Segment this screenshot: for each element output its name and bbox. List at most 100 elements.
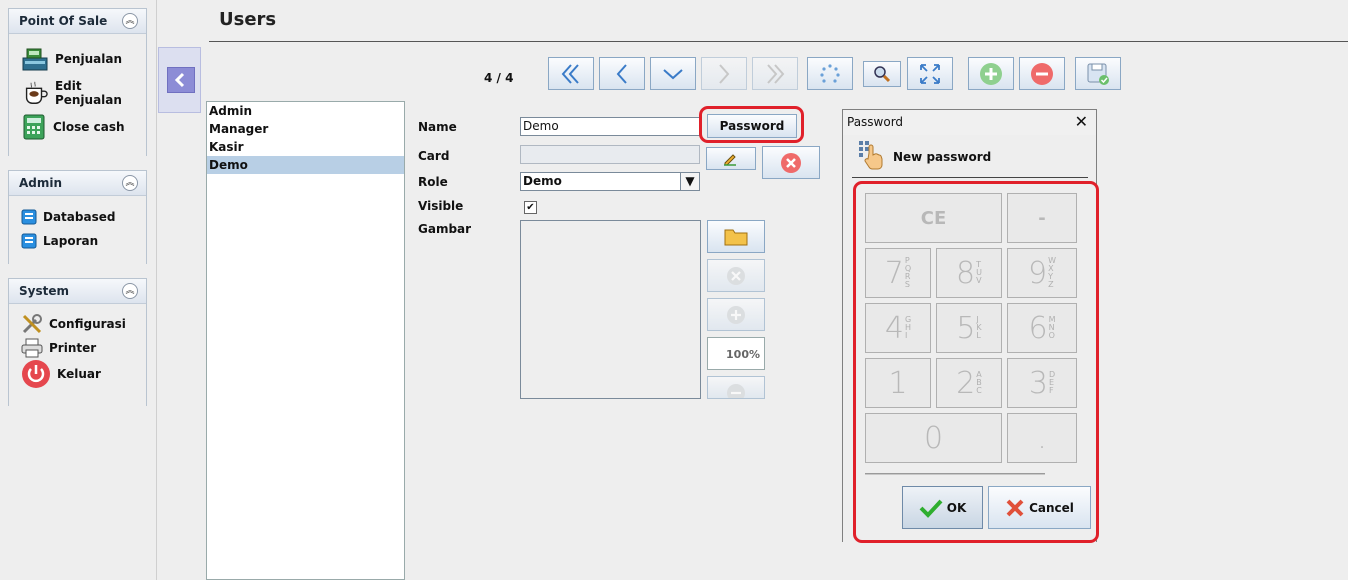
folder-icon bbox=[724, 229, 748, 245]
fullscreen-button[interactable] bbox=[907, 57, 953, 90]
visible-checkbox[interactable]: ✔ bbox=[524, 201, 537, 214]
role-label: Role bbox=[418, 175, 448, 189]
sidebar-item-edit-penjualan[interactable]: Edit Penjualan bbox=[21, 79, 146, 107]
sidebar-item-databased[interactable]: Databased bbox=[21, 205, 115, 229]
panel-admin: Admin ︽ Databased Laporan bbox=[8, 170, 147, 264]
password-button[interactable]: Password bbox=[707, 114, 797, 138]
collapse-icon[interactable]: ︽ bbox=[122, 283, 138, 299]
clear-card-button[interactable] bbox=[762, 146, 820, 179]
dialog-header: New password bbox=[893, 150, 992, 164]
checkmark-icon bbox=[919, 499, 943, 518]
list-item[interactable]: Manager bbox=[207, 120, 404, 138]
search-button[interactable] bbox=[863, 61, 901, 87]
reload-icon bbox=[820, 63, 840, 83]
key-6[interactable]: 6 MNO bbox=[1007, 303, 1077, 353]
save-button[interactable] bbox=[1075, 57, 1121, 90]
previous-record-button[interactable] bbox=[599, 57, 645, 90]
edit-card-button[interactable] bbox=[706, 147, 756, 170]
forward-record-button[interactable] bbox=[701, 57, 747, 90]
double-chevron-left-icon bbox=[561, 63, 579, 84]
dialog-divider bbox=[852, 177, 1088, 178]
coffee-icon bbox=[25, 81, 48, 104]
list-item[interactable]: Kasir bbox=[207, 138, 404, 156]
key-2[interactable]: 2 ABC bbox=[936, 358, 1002, 408]
close-circle-icon bbox=[727, 266, 745, 285]
key-7[interactable]: 7 PQRS bbox=[865, 248, 931, 298]
key-minus[interactable]: - bbox=[1007, 193, 1077, 243]
plus-circle-icon bbox=[980, 62, 1002, 85]
collapse-sidebar-panel bbox=[158, 47, 201, 113]
key-9[interactable]: 9 WXYZ bbox=[1007, 248, 1077, 298]
sidebar-item-keluar[interactable]: Keluar bbox=[21, 360, 101, 388]
panel-header[interactable]: Admin ︽ bbox=[9, 171, 146, 196]
sidebar-item-laporan[interactable]: Laporan bbox=[21, 229, 98, 253]
user-list: Admin Manager Kasir Demo bbox=[206, 101, 405, 580]
ok-button[interactable]: OK bbox=[902, 486, 983, 529]
password-dialog: Password ✕ New password CE - 7 PQRS 8 TU… bbox=[842, 109, 1099, 543]
pencil-icon bbox=[724, 153, 736, 166]
chevron-right-icon bbox=[719, 63, 730, 84]
panel-title: Admin bbox=[19, 176, 63, 190]
plus-circle-icon bbox=[727, 305, 745, 324]
page-title: Users bbox=[219, 9, 277, 30]
record-counter: 4 / 4 bbox=[484, 71, 514, 85]
sidebar-item-label: Keluar bbox=[57, 367, 101, 381]
tools-icon bbox=[22, 314, 42, 334]
image-preview bbox=[520, 220, 701, 399]
remove-image-button[interactable] bbox=[707, 259, 765, 292]
password-display bbox=[865, 473, 1045, 475]
close-icon bbox=[1006, 499, 1024, 516]
dialog-title: Password bbox=[847, 115, 904, 129]
zoom-out-button[interactable] bbox=[707, 376, 765, 399]
chevron-down-icon bbox=[663, 68, 683, 79]
reload-button[interactable] bbox=[807, 57, 853, 90]
list-item-selected[interactable]: Demo bbox=[207, 156, 404, 174]
sidebar-item-printer[interactable]: Printer bbox=[21, 336, 96, 360]
chevron-left-icon bbox=[174, 72, 185, 88]
cancel-button[interactable]: Cancel bbox=[988, 486, 1091, 529]
sidebar-item-label: Close cash bbox=[53, 120, 125, 134]
key-dot[interactable]: . bbox=[1007, 413, 1077, 463]
open-image-button[interactable] bbox=[707, 220, 765, 253]
card-label: Card bbox=[418, 149, 450, 163]
image-label: Gambar bbox=[418, 222, 472, 236]
panel-header[interactable]: System ︽ bbox=[9, 279, 146, 304]
expand-icon bbox=[920, 63, 940, 84]
panel-header[interactable]: Point Of Sale ︽ bbox=[9, 9, 146, 34]
search-icon bbox=[874, 66, 891, 83]
role-select[interactable]: Demo ▼ bbox=[520, 172, 700, 191]
collapse-icon[interactable]: ︽ bbox=[122, 13, 138, 29]
key-8[interactable]: 8 TUV bbox=[936, 248, 1002, 298]
back-button[interactable] bbox=[167, 67, 195, 93]
key-3[interactable]: 3 DEF bbox=[1007, 358, 1077, 408]
visible-label: Visible bbox=[418, 199, 464, 213]
key-ce[interactable]: CE bbox=[865, 193, 1002, 243]
database-icon bbox=[21, 209, 37, 225]
collapse-icon[interactable]: ︽ bbox=[122, 175, 138, 191]
cash-register-icon bbox=[22, 48, 48, 71]
delete-record-button[interactable] bbox=[1019, 57, 1065, 90]
add-record-button[interactable] bbox=[968, 57, 1014, 90]
save-icon bbox=[1087, 63, 1109, 85]
sidebar-item-close-cash[interactable]: Close cash bbox=[21, 114, 125, 140]
sidebar-item-label: Edit Penjualan bbox=[54, 79, 122, 107]
sidebar-item-configurasi[interactable]: Configurasi bbox=[21, 312, 126, 336]
double-chevron-right-icon bbox=[767, 63, 785, 84]
keypad-hand-icon bbox=[859, 141, 883, 170]
sidebar-item-penjualan[interactable]: Penjualan bbox=[21, 47, 122, 71]
zoom-in-button[interactable] bbox=[707, 298, 765, 331]
chevron-down-icon[interactable]: ▼ bbox=[680, 173, 699, 190]
close-icon[interactable]: ✕ bbox=[1075, 112, 1088, 131]
key-4[interactable]: 4 GHI bbox=[865, 303, 931, 353]
panel-title: System bbox=[19, 284, 69, 298]
next-record-button[interactable] bbox=[650, 57, 696, 90]
card-field[interactable] bbox=[520, 145, 700, 164]
key-5[interactable]: 5 JKL bbox=[936, 303, 1002, 353]
last-record-button[interactable] bbox=[752, 57, 798, 90]
name-field[interactable]: Demo bbox=[520, 117, 700, 136]
printer-icon bbox=[21, 338, 43, 358]
key-1[interactable]: 1 bbox=[865, 358, 931, 408]
key-0[interactable]: 0 bbox=[865, 413, 1002, 463]
first-record-button[interactable] bbox=[548, 57, 594, 90]
list-item[interactable]: Admin bbox=[207, 102, 404, 120]
